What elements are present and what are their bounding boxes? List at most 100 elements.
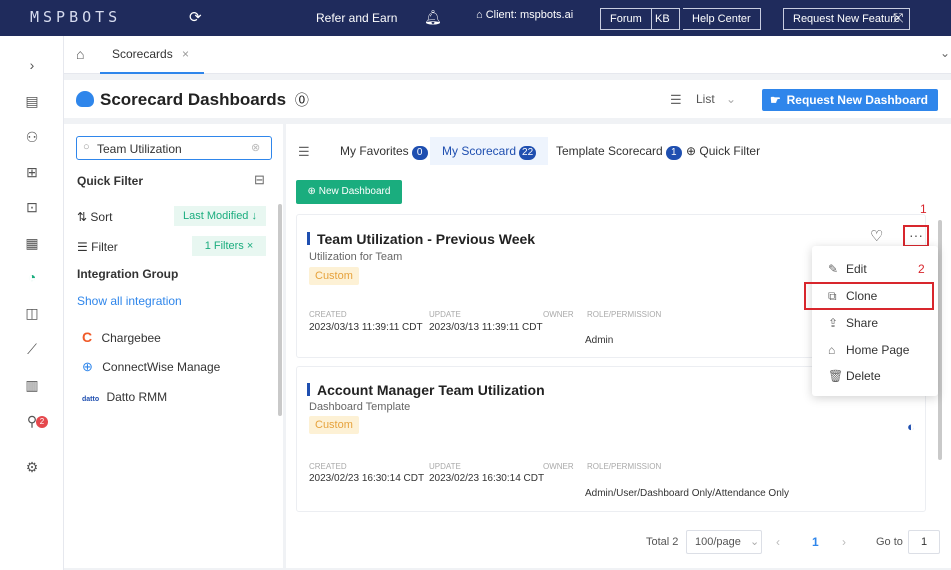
plus-circle-icon: ⊕ <box>307 186 316 197</box>
created-value: 2023/02/23 16:30:14 CDT <box>309 473 425 484</box>
role-header: ROLE/PERMISSION <box>587 462 662 471</box>
quick-filter-button[interactable]: ⊕ Quick Filter <box>686 144 760 158</box>
update-value: 2023/02/23 16:30:14 CDT <box>429 473 545 484</box>
bell-icon[interactable]: 🔔︎ <box>424 9 442 26</box>
card-subtitle: Dashboard Template <box>309 401 411 413</box>
new-dashboard-button[interactable]: ⊕ New Dashboard <box>296 180 402 204</box>
home-icon: ⌂ <box>476 9 483 21</box>
datto-icon: datto <box>82 396 100 403</box>
menu-item-edit[interactable]: ✎ Edit <box>828 262 867 276</box>
tab-count-badge: 1 <box>665 146 682 160</box>
menu-icon[interactable]: ☰ <box>298 144 310 160</box>
favorite-heart-icon[interactable]: ♡ <box>870 227 883 245</box>
dashboard-icon[interactable]: ▤ <box>20 90 44 112</box>
quick-filter-label: Quick Filter <box>699 144 761 158</box>
menu-item-delete[interactable]: 🗑︎ Delete <box>828 369 881 383</box>
tab-count-badge: 22 <box>519 146 537 160</box>
card-tag: Custom <box>309 416 359 434</box>
kb-button[interactable]: KB <box>646 8 680 30</box>
clear-search-icon[interactable]: ⊗ <box>251 141 260 154</box>
board-icon[interactable]: ◫ <box>20 302 44 324</box>
goto-page-input[interactable]: 1 <box>908 530 940 554</box>
search-input[interactable]: ○ Team Utilization ⊗ <box>76 136 272 160</box>
menu-item-share[interactable]: ⇪ Share <box>828 316 878 330</box>
card-subtitle: Utilization for Team <box>309 251 403 263</box>
line-chart-icon[interactable]: ⟋ <box>20 338 44 360</box>
tabs-dropdown-icon[interactable]: ⌄ <box>940 46 950 60</box>
monitor-icon[interactable]: ⊡ <box>20 196 44 218</box>
role-header: ROLE/PERMISSION <box>587 310 662 319</box>
filter-icon: ☰ <box>77 240 88 254</box>
view-mode-select[interactable]: List ⌄ <box>696 92 736 106</box>
chevron-down-icon: ⌄ <box>726 92 737 106</box>
save-icon[interactable]: ⊟ <box>254 172 265 188</box>
menu-item-label: Delete <box>846 369 881 383</box>
request-new-dashboard-button[interactable]: ☛ Request New Dashboard <box>762 89 938 111</box>
integration-item-chargebee[interactable]: C Chargebee <box>82 329 161 345</box>
annotation-step-2: 2 <box>918 262 925 276</box>
chargebee-icon: C <box>82 329 93 345</box>
database-icon <box>76 91 94 107</box>
sort-row: ⇅ Sort <box>77 210 112 224</box>
refer-and-earn-link[interactable]: Refer and Earn <box>316 11 397 25</box>
close-tab-icon[interactable]: × <box>182 47 189 61</box>
list-view-icon[interactable]: ☰ <box>670 92 682 108</box>
settings-gear-icon[interactable]: ⚙ <box>20 456 44 478</box>
scorecard-pie-icon[interactable]: ◔ <box>20 266 44 288</box>
filter-label: Filter <box>91 240 118 254</box>
sync-icon[interactable]: ⟳ <box>189 8 202 26</box>
search-icon: ○ <box>83 141 90 153</box>
menu-item-home-page[interactable]: ⌂ Home Page <box>828 343 909 357</box>
menu-item-clone[interactable]: ⧉ Clone <box>828 289 877 304</box>
client-selector[interactable]: ⌂ Client: mspbots.ai <box>476 9 573 21</box>
update-header: UPDATE <box>429 462 461 471</box>
pencil-icon: ✎ <box>828 262 839 276</box>
role-value: Admin/User/Dashboard Only/Attendance Onl… <box>585 488 789 499</box>
tab-my-favorites[interactable]: My Favorites 0 <box>328 137 440 165</box>
prev-page-icon[interactable]: ‹ <box>776 535 780 549</box>
sort-value-button[interactable]: Last Modified ↓ <box>174 206 266 226</box>
created-header: CREATED <box>309 462 347 471</box>
home-tab-icon[interactable]: ⌂ <box>76 46 84 62</box>
copy-icon: ⧉ <box>828 289 837 303</box>
tab-label: Scorecards <box>112 47 173 61</box>
fullscreen-icon[interactable]: ⤧ <box>893 10 903 26</box>
title-text: Scorecard Dashboards <box>100 90 287 109</box>
update-header: UPDATE <box>429 310 461 319</box>
forum-button[interactable]: Forum <box>600 8 652 30</box>
mspbots-logo[interactable]: MSPBOTS <box>30 8 121 26</box>
users-icon[interactable]: ⚇ <box>20 126 44 148</box>
help-center-button[interactable]: Help Center <box>683 8 761 30</box>
next-page-icon[interactable]: › <box>842 535 846 549</box>
help-circle-icon[interactable]: ⓪ <box>295 92 309 108</box>
plus-circle-icon: ⊕ <box>686 144 697 158</box>
panel-scrollbar[interactable] <box>278 204 282 416</box>
template-logo-icon: ◐ <box>907 419 915 434</box>
integration-label: Chargebee <box>101 331 161 345</box>
page-size-value: 100/page <box>695 536 741 548</box>
report-icon[interactable]: ▥ <box>20 374 44 396</box>
tab-scorecards[interactable]: Scorecards × <box>100 36 204 74</box>
card-title[interactable]: Team Utilization - Previous Week <box>307 231 535 247</box>
left-sidebar: › ▤ ⚇ ⊞ ⊡ ▦ ◔ ◫ ⟋ ▥ ⚲ 2 ⚙ <box>0 36 64 570</box>
filter-count-button[interactable]: 1 Filters × <box>192 236 266 256</box>
connectwise-icon: ⊕ <box>82 359 93 374</box>
share-icon: ⇪ <box>828 316 839 330</box>
integration-item-datto[interactable]: datto Datto RMM <box>82 390 167 404</box>
table-icon[interactable]: ▦ <box>20 232 44 254</box>
apps-grid-icon[interactable]: ⊞ <box>20 161 44 183</box>
notification-badge: 2 <box>36 416 48 428</box>
tab-my-scorecard[interactable]: My Scorecard 22 <box>430 137 549 165</box>
filter-panel: ○ Team Utilization ⊗ Quick Filter ⊟ ⇅ So… <box>64 124 283 568</box>
card-title[interactable]: Account Manager Team Utilization <box>307 382 545 398</box>
owner-header: OWNER <box>543 310 574 319</box>
integration-item-connectwise[interactable]: ⊕ ConnectWise Manage <box>82 359 220 375</box>
more-options-icon[interactable]: ··· <box>903 225 929 247</box>
page-size-select[interactable]: 100/page ⌄ <box>686 530 762 554</box>
expand-sidebar-icon[interactable]: › <box>20 54 44 76</box>
show-all-integration-link[interactable]: Show all integration <box>77 294 182 308</box>
list-scrollbar[interactable] <box>938 220 942 460</box>
request-new-feature-button[interactable]: Request New Feature <box>783 8 910 30</box>
tab-template-scorecard[interactable]: Template Scorecard 1 <box>544 137 694 165</box>
current-page-number[interactable]: 1 <box>812 535 819 549</box>
